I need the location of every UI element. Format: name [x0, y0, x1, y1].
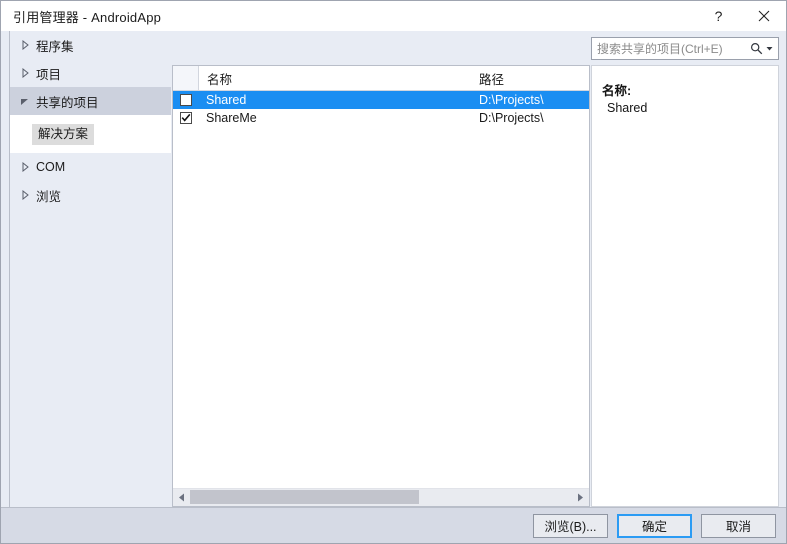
sidebar-item-assemblies[interactable]: 程序集 — [10, 31, 171, 59]
checkbox-checked-icon[interactable] — [179, 112, 192, 124]
row-path: D:\Projects\ — [479, 93, 544, 107]
sidebar-item-label: 程序集 — [36, 39, 74, 54]
sidebar-item-com[interactable]: COM — [10, 153, 171, 181]
sidebar-item-projects[interactable]: 项目 — [10, 59, 171, 87]
title-bar-buttons: ? — [696, 1, 786, 31]
table-row[interactable]: Shared D:\Projects\ — [173, 91, 589, 109]
row-name: Shared — [206, 93, 247, 107]
detail-name-value: Shared — [607, 101, 648, 115]
table-row[interactable]: ShareMe D:\Projects\ — [173, 109, 589, 127]
chevron-right-icon — [18, 68, 32, 78]
scrollbar-track[interactable] — [190, 489, 572, 506]
chevron-right-icon — [18, 40, 32, 50]
search-icon[interactable] — [750, 42, 763, 55]
row-checkbox-cell — [173, 112, 198, 124]
help-button[interactable]: ? — [696, 1, 741, 31]
sidebar-item-shared-projects[interactable]: 共享的项目 — [10, 87, 171, 115]
horizontal-scrollbar[interactable] — [173, 488, 589, 506]
search-input[interactable]: 搜索共享的项目(Ctrl+E) — [592, 40, 750, 57]
scroll-left-arrow-icon[interactable] — [173, 489, 190, 506]
question-mark-icon: ? — [714, 8, 723, 24]
sidebar-item-label: 共享的项目 — [36, 95, 99, 110]
sidebar-item-label: 浏览 — [36, 189, 62, 204]
scroll-right-arrow-icon[interactable] — [572, 489, 589, 506]
column-header-path[interactable]: 路径 — [473, 66, 589, 90]
details-panel: 名称: Shared — [591, 65, 779, 507]
chevron-right-icon — [18, 190, 32, 200]
dialog-footer: 浏览(B)... 确定 取消 — [1, 507, 786, 543]
title-bar: 引用管理器 - AndroidApp ? — [1, 1, 786, 31]
window-title: 引用管理器 - AndroidApp — [13, 9, 162, 25]
checkbox-unchecked-icon[interactable] — [179, 94, 192, 106]
search-box-icons — [750, 42, 778, 55]
items-list-panel: 名称 路径 Shared D:\Projects\ ShareMe D:\Pro… — [172, 65, 590, 507]
reference-manager-dialog: 引用管理器 - AndroidApp ? 程序集 项目 共享的项目 解决方案 C… — [0, 0, 787, 544]
category-sidebar: 程序集 项目 共享的项目 解决方案 COM 浏览 — [10, 31, 171, 507]
dialog-body: 程序集 项目 共享的项目 解决方案 COM 浏览 搜索共享的项目(Ctrl+E)… — [1, 31, 786, 507]
cancel-button[interactable]: 取消 — [701, 513, 776, 538]
sidebar-item-browse[interactable]: 浏览 — [10, 181, 171, 209]
row-name: ShareMe — [206, 111, 257, 125]
sidebar-item-label: COM — [36, 160, 66, 174]
row-path: D:\Projects\ — [479, 111, 544, 125]
chevron-right-icon — [18, 162, 32, 172]
close-button[interactable] — [741, 1, 786, 31]
column-header-name[interactable]: 名称 — [199, 66, 473, 90]
chevron-down-icon[interactable] — [766, 45, 773, 52]
ok-button[interactable]: 确定 — [617, 513, 692, 538]
browse-button[interactable]: 浏览(B)... — [533, 513, 608, 538]
row-checkbox-cell — [173, 94, 198, 106]
sidebar-item-solution[interactable]: 解决方案 — [32, 123, 95, 145]
sidebar-subpanel: 解决方案 — [10, 115, 171, 153]
scrollbar-thumb[interactable] — [190, 490, 420, 504]
search-box[interactable]: 搜索共享的项目(Ctrl+E) — [591, 37, 779, 60]
list-rows: Shared D:\Projects\ ShareMe D:\Projects\ — [173, 91, 589, 488]
column-header-checkbox — [173, 66, 199, 90]
detail-name-label: 名称: — [602, 84, 632, 98]
chevron-down-icon — [18, 96, 32, 106]
sidebar-item-label: 项目 — [36, 67, 62, 82]
close-icon — [758, 10, 769, 22]
list-header-row: 名称 路径 — [173, 66, 589, 91]
